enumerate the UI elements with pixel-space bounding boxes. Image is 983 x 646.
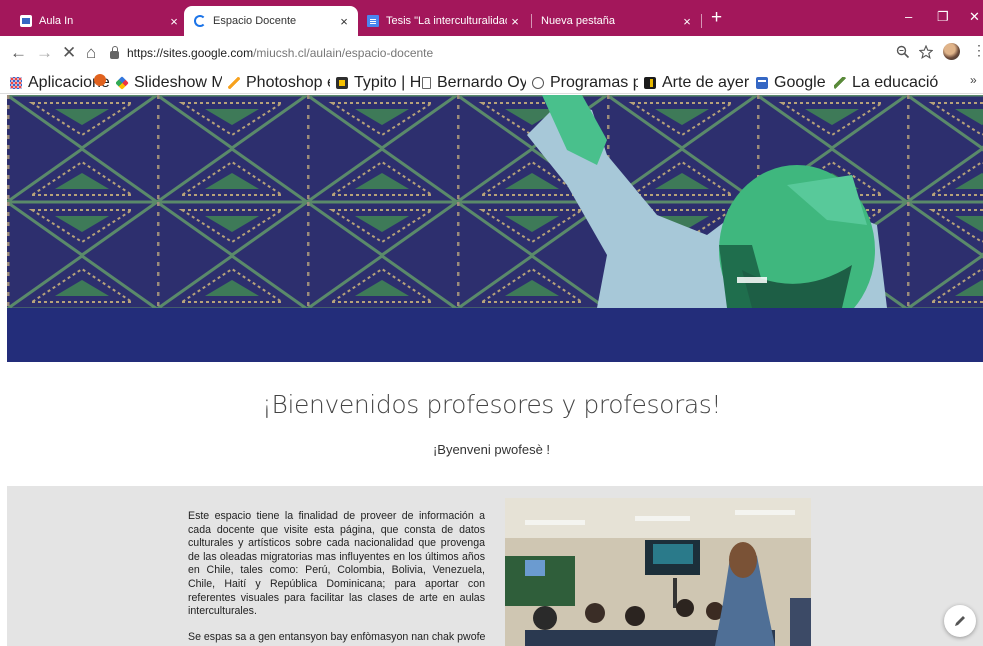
bookmark-label: Google Sites [774, 74, 830, 91]
stop-button[interactable]: ✕ [62, 44, 76, 62]
more-bookmarks-button[interactable]: » [970, 73, 977, 87]
tab-label: Tesis "La interculturalidad en el a [386, 15, 507, 27]
bookmark-label: Slideshow Maker - E [134, 74, 222, 91]
bookmark-label: Arte de ayer en ento [662, 74, 750, 91]
home-button[interactable]: ⌂ [86, 44, 96, 62]
feather-icon [228, 77, 240, 89]
tab-espacio-docente[interactable]: Espacio Docente × [184, 6, 358, 36]
banner-band [7, 308, 983, 362]
bookmark-programas[interactable]: Programas para edita [532, 74, 638, 92]
forward-button[interactable]: → [36, 44, 53, 62]
page-title: ¡Bienvenidos profesores y profesoras! [261, 390, 722, 419]
intro-paragraph: Este espacio tiene la finalidad de prove… [188, 510, 485, 618]
edit-button[interactable] [944, 605, 976, 637]
tab-tesis[interactable]: Tesis "La interculturalidad en el a × [357, 6, 529, 36]
google-docs-icon [367, 15, 379, 27]
apps-grid-icon [10, 77, 22, 89]
tab-separator [701, 14, 702, 28]
close-icon[interactable]: × [679, 14, 695, 29]
bookmark-bernardo[interactable]: Bernardo Oyarzún - A [422, 74, 526, 92]
bookmark-label: Programas para edita [550, 74, 638, 91]
bookmark-la-educacion[interactable]: La educación media [834, 74, 938, 92]
intro-paragraph-creole: Se espas sa a gen entansyon bay enfòmasy… [188, 631, 485, 643]
zoom-icon[interactable] [896, 45, 910, 59]
bookmark-label: Typito | Home [354, 74, 420, 91]
star-icon[interactable] [919, 45, 933, 59]
window-close-button[interactable]: ✕ [969, 9, 980, 25]
close-icon[interactable]: × [166, 14, 182, 29]
circle-logo-icon [532, 77, 544, 89]
pencil-logo-icon [834, 77, 846, 89]
bookmark-arte-de-ayer[interactable]: Arte de ayer en ento [644, 74, 750, 92]
google-sites-icon [20, 15, 32, 27]
classroom-image [505, 498, 811, 646]
address-bar[interactable]: https://sites.google.com/miucsh.cl/aulai… [110, 40, 930, 66]
bookmark-label: Bernardo Oyarzún - A [437, 74, 526, 91]
tab-label: Aula In [39, 15, 74, 27]
menu-icon[interactable]: ⋮ [972, 42, 983, 59]
page-subtitle: ¡Byenveni pwofesè ! [432, 442, 551, 457]
bookmark-typito[interactable]: Typito | Home [336, 74, 420, 92]
url-path: /miucsh.cl/aulain/espacio-docente [253, 46, 434, 60]
tribal-pattern-illustration [7, 95, 983, 335]
bookmark-label: Photoshop en línea e [246, 74, 330, 91]
arte-logo-icon [644, 77, 656, 89]
url-host: https://sites.google.com [127, 46, 254, 60]
tab-nueva-pestana[interactable]: Nueva pestaña × [531, 6, 701, 36]
new-tab-button[interactable]: + [711, 8, 722, 27]
page-icon [422, 77, 431, 89]
bookmark-label: La educación media [852, 74, 938, 91]
google-sites-icon [756, 77, 768, 89]
lock-icon [110, 46, 119, 59]
classroom-photo [505, 498, 811, 646]
close-icon[interactable]: × [336, 14, 352, 29]
bookmark-folder[interactable] [94, 74, 110, 86]
bookmark-photoshop[interactable]: Photoshop en línea e [228, 74, 330, 92]
typito-icon [336, 77, 348, 89]
back-button[interactable]: ← [10, 44, 27, 62]
pencil-icon [955, 616, 965, 626]
bookmark-slideshow-maker[interactable]: Slideshow Maker - E [116, 74, 222, 92]
tab-label: Nueva pestaña [541, 15, 615, 27]
orange-ball-icon [94, 74, 106, 86]
bookmark-google-sites[interactable]: Google Sites [756, 74, 830, 92]
header-banner [7, 95, 983, 362]
diamond-icon [116, 76, 129, 90]
restore-button[interactable]: ❐ [937, 9, 949, 25]
close-icon[interactable]: × [507, 14, 523, 29]
tab-aula-in[interactable]: Aula In × [10, 6, 188, 36]
content-section [7, 486, 983, 646]
loading-spinner-icon [194, 15, 206, 27]
avatar[interactable] [943, 43, 960, 60]
minimize-button[interactable]: – [905, 9, 912, 24]
tab-label: Espacio Docente [213, 15, 297, 27]
banner-illustration [7, 95, 983, 335]
